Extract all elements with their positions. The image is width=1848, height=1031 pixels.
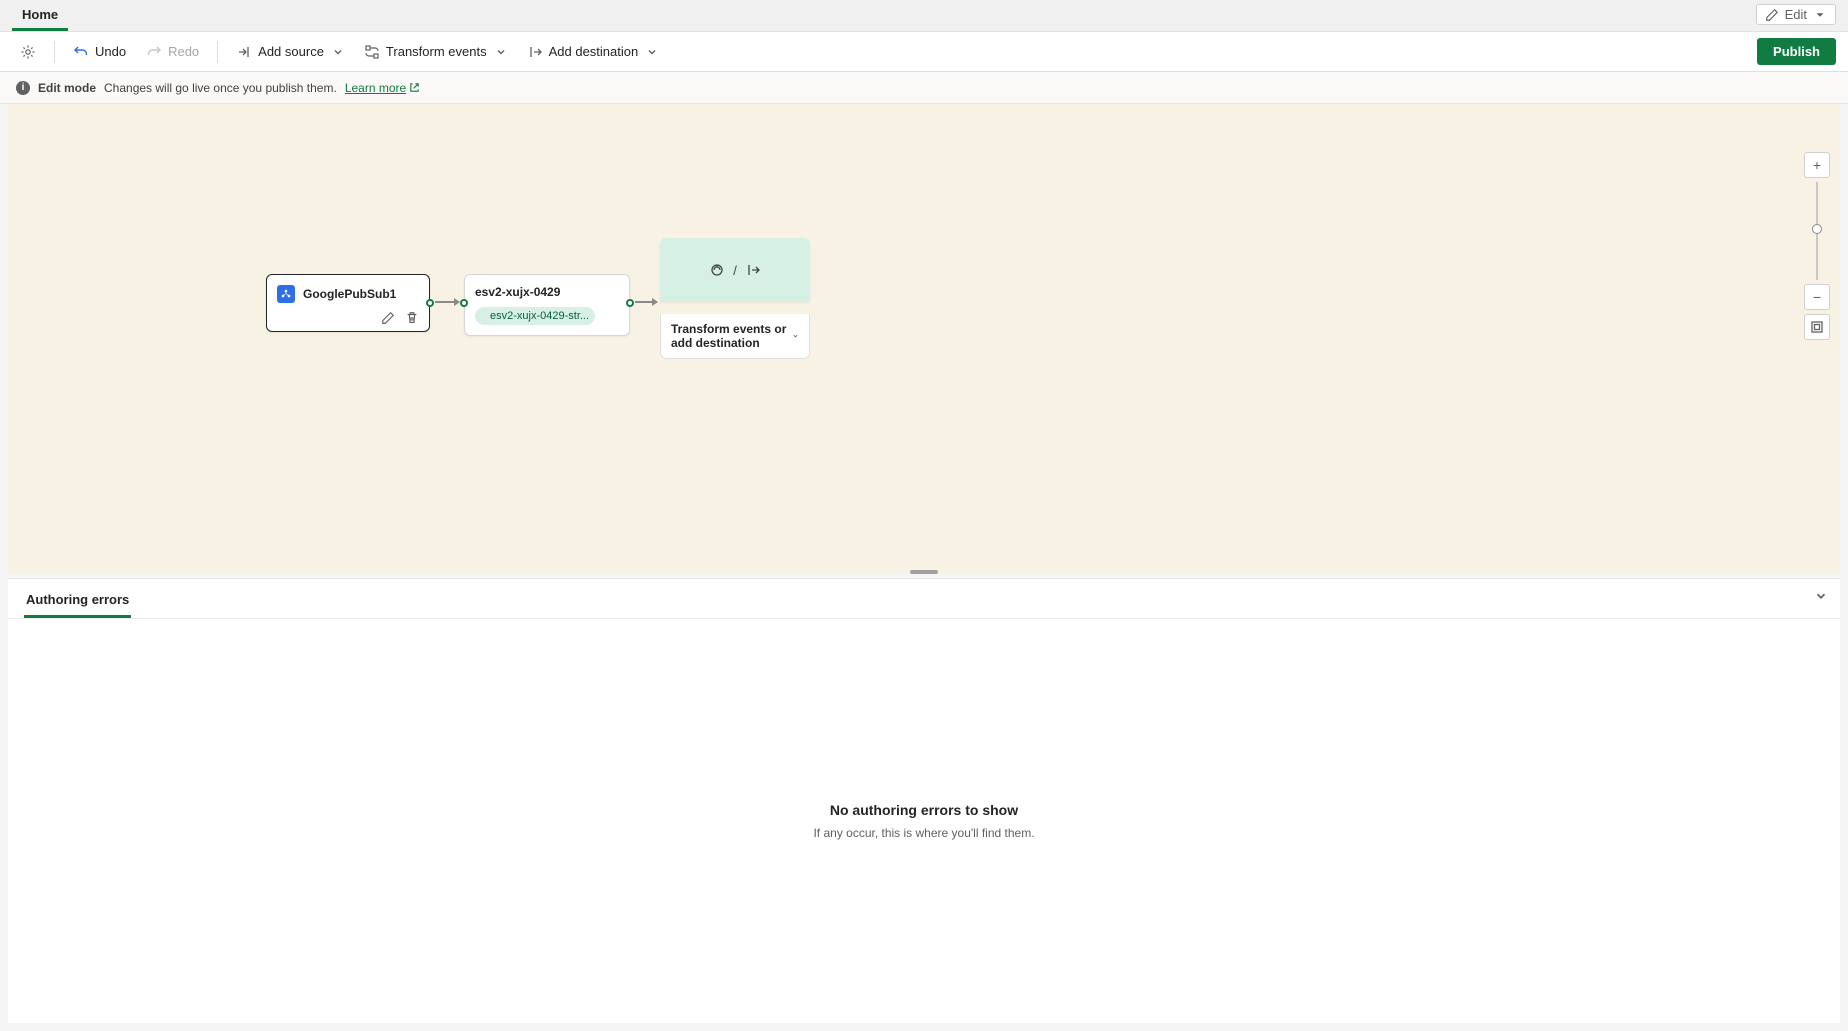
redo-icon xyxy=(146,44,162,60)
zoom-controls: + − xyxy=(1804,152,1830,344)
connector xyxy=(635,301,657,303)
chevron-down-icon xyxy=(792,330,799,342)
add-source-label: Add source xyxy=(258,44,324,59)
chevron-down-icon xyxy=(495,46,507,58)
panel-resize-handle[interactable] xyxy=(910,570,938,574)
info-message: Changes will go live once you publish th… xyxy=(104,81,337,95)
tab-authoring-errors[interactable]: Authoring errors xyxy=(24,584,131,618)
toolbar: Undo Redo Add source Transform events Ad… xyxy=(0,32,1848,72)
add-destination-label: Add destination xyxy=(549,44,639,59)
stream-pill[interactable]: esv2-xujx-0429-str... xyxy=(475,307,595,325)
connector xyxy=(435,301,459,303)
gear-icon xyxy=(20,44,36,60)
pubsub-icon xyxy=(277,285,295,303)
placeholder-node: / xyxy=(660,238,810,302)
learn-more-label: Learn more xyxy=(345,81,406,95)
empty-state-title: No authoring errors to show xyxy=(830,802,1018,818)
placeholder-action-label: Transform events or add destination xyxy=(671,322,792,350)
zoom-out-button[interactable]: − xyxy=(1804,284,1830,310)
zoom-fit-button[interactable] xyxy=(1804,314,1830,340)
input-port[interactable] xyxy=(460,299,468,307)
stream-node-title: esv2-xujx-0429 xyxy=(475,285,619,299)
exit-icon xyxy=(745,262,761,278)
transform-icon xyxy=(364,44,380,60)
edit-mode-dropdown[interactable]: Edit xyxy=(1756,4,1836,25)
redo-label: Redo xyxy=(168,44,199,59)
source-node[interactable]: GooglePubSub1 xyxy=(266,274,430,332)
undo-icon xyxy=(73,44,89,60)
learn-more-link[interactable]: Learn more xyxy=(345,81,420,95)
stream-pill-label: esv2-xujx-0429-str... xyxy=(490,310,589,322)
transform-icon xyxy=(709,262,725,278)
external-link-icon xyxy=(409,82,420,93)
pencil-icon[interactable] xyxy=(381,311,395,325)
stream-node[interactable]: esv2-xujx-0429 esv2-xujx-0429-str... xyxy=(464,274,630,336)
bottom-panel: Authoring errors No authoring errors to … xyxy=(8,578,1840,1023)
edit-mode-label: Edit xyxy=(1785,7,1807,22)
zoom-thumb[interactable] xyxy=(1812,224,1822,234)
output-port[interactable] xyxy=(426,299,434,307)
trash-icon[interactable] xyxy=(405,311,419,325)
caret-down-icon xyxy=(1813,8,1827,22)
undo-label: Undo xyxy=(95,44,126,59)
zoom-slider[interactable] xyxy=(1816,182,1818,280)
output-port[interactable] xyxy=(626,299,634,307)
add-destination-icon xyxy=(527,44,543,60)
collapse-panel-button[interactable] xyxy=(1814,589,1828,606)
publish-button[interactable]: Publish xyxy=(1757,38,1836,65)
zoom-in-button[interactable]: + xyxy=(1804,152,1830,178)
settings-button[interactable] xyxy=(12,39,44,65)
undo-button[interactable]: Undo xyxy=(65,39,134,65)
redo-button[interactable]: Redo xyxy=(138,39,207,65)
source-node-title: GooglePubSub1 xyxy=(303,287,396,301)
transform-label: Transform events xyxy=(386,44,487,59)
pencil-icon xyxy=(1765,8,1779,22)
add-source-icon xyxy=(236,44,252,60)
tab-home[interactable]: Home xyxy=(12,1,68,31)
info-bar: i Edit mode Changes will go live once yo… xyxy=(0,72,1848,104)
edit-mode-text: Edit mode xyxy=(38,81,96,95)
chevron-down-icon xyxy=(1814,589,1828,603)
fit-icon xyxy=(1810,320,1824,334)
placeholder-action[interactable]: Transform events or add destination xyxy=(660,314,810,359)
toolbar-divider xyxy=(54,41,55,63)
add-destination-button[interactable]: Add destination xyxy=(519,39,667,65)
chevron-down-icon xyxy=(646,46,658,58)
chevron-down-icon xyxy=(332,46,344,58)
add-source-button[interactable]: Add source xyxy=(228,39,352,65)
transform-events-button[interactable]: Transform events xyxy=(356,39,515,65)
canvas[interactable]: GooglePubSub1 esv2-xujx-0429 esv2-xujx-0… xyxy=(8,104,1840,574)
empty-state-subtitle: If any occur, this is where you'll find … xyxy=(813,826,1034,840)
toolbar-divider xyxy=(217,41,218,63)
info-icon: i xyxy=(16,81,30,95)
slash-separator: / xyxy=(733,263,737,278)
